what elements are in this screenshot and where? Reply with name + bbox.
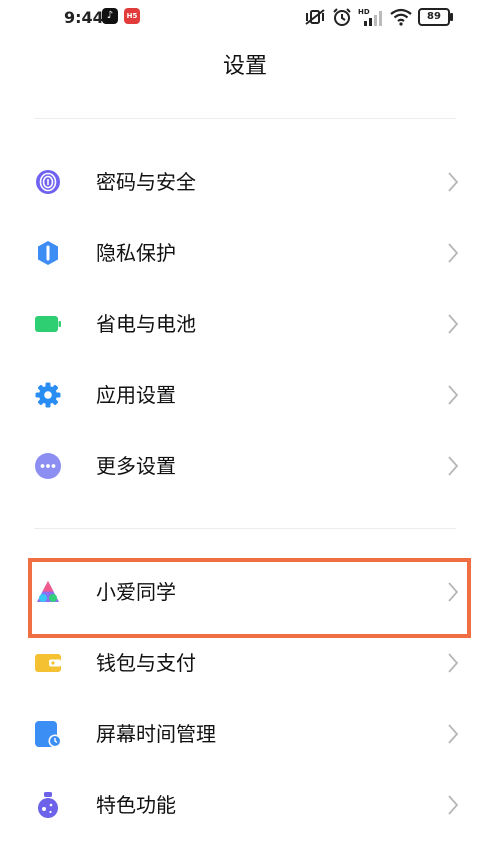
divider [34, 118, 456, 119]
chevron-right-icon [448, 243, 459, 263]
page-title: 设置 [222, 54, 267, 79]
hd-signal-icon: HD [358, 8, 382, 26]
vibrate-off-icon [305, 9, 325, 25]
list-item-wallet[interactable]: 钱包与支付 [0, 633, 490, 693]
list-item-battery[interactable]: 省电与电池 [0, 294, 490, 354]
more-dots-icon [35, 453, 61, 479]
item-label: 省电与电池 [96, 312, 196, 336]
list-item-more-settings[interactable]: 更多设置 [0, 436, 490, 496]
svg-text:HD: HD [358, 8, 370, 16]
battery-indicator: 89 [418, 8, 453, 26]
item-label: 应用设置 [96, 383, 176, 407]
feature-flask-icon [38, 792, 58, 818]
item-label: 特色功能 [96, 793, 176, 817]
privacy-shield-icon [38, 241, 58, 265]
chevron-right-icon [448, 653, 459, 673]
chevron-right-icon [448, 456, 459, 476]
list-item-app-settings[interactable]: 应用设置 [0, 365, 490, 425]
item-label: 钱包与支付 [96, 651, 196, 675]
status-indicators: HD 89 [304, 6, 453, 28]
list-item-screen-time[interactable]: 屏幕时间管理 [0, 704, 490, 764]
wifi-icon [390, 8, 412, 26]
news-app-icon: H5 [124, 8, 140, 24]
wallet-icon [35, 654, 61, 672]
list-item-password-security[interactable]: 密码与安全 [0, 152, 490, 212]
chevron-right-icon [448, 795, 459, 815]
divider [34, 528, 456, 529]
chevron-right-icon [448, 172, 459, 192]
battery-icon [35, 316, 61, 332]
chevron-right-icon [448, 385, 459, 405]
chevron-right-icon [448, 314, 459, 334]
gear-icon [35, 382, 61, 408]
status-time: 9:44 [64, 8, 104, 27]
screen-time-icon [35, 721, 62, 748]
tiktok-icon: ♪ [102, 8, 118, 24]
item-label: 屏幕时间管理 [96, 722, 216, 746]
item-label: 密码与安全 [96, 170, 196, 194]
fingerprint-icon [36, 170, 60, 194]
chevron-right-icon [448, 724, 459, 744]
highlight-box [28, 558, 471, 638]
item-label: 更多设置 [96, 454, 176, 478]
alarm-icon [333, 8, 351, 26]
list-item-privacy[interactable]: 隐私保护 [0, 223, 490, 283]
list-item-features[interactable]: 特色功能 [0, 775, 490, 835]
item-label: 隐私保护 [96, 241, 176, 265]
status-bar: 9:44 ♪ H5 HD 89 [0, 0, 490, 36]
